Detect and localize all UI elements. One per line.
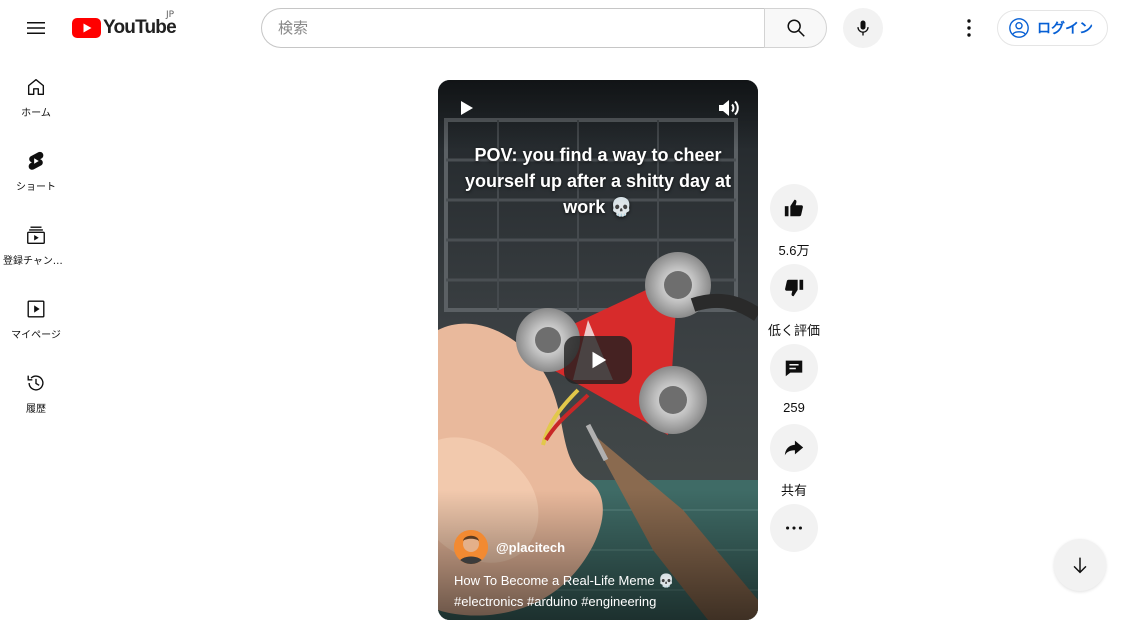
account-circle-icon — [1009, 18, 1029, 38]
country-code: JP — [166, 10, 175, 20]
dislike-button[interactable] — [770, 264, 818, 312]
arrow-down-icon — [1073, 557, 1087, 574]
youtube-logo[interactable]: YouTube JP — [72, 10, 177, 40]
shorts-actions: 5.6万 低く評価 259 共有 — [766, 184, 822, 560]
like-button[interactable] — [770, 184, 818, 232]
hamburger-menu-icon — [27, 22, 45, 34]
masthead: YouTube JP ログイン — [0, 0, 1124, 56]
guide-label: ショート — [16, 182, 56, 193]
guide-menu-button[interactable] — [16, 8, 56, 48]
volume-icon[interactable] — [716, 96, 742, 120]
guide-item-subscriptions[interactable]: 登録チャンネル — [0, 204, 72, 278]
shorts-icon — [28, 151, 44, 170]
login-button[interactable]: ログイン — [997, 10, 1108, 46]
dislike-action: 低く評価 — [766, 264, 822, 338]
video-hashtags[interactable]: #electronics #arduino #engineering — [454, 594, 656, 609]
guide-item-home[interactable]: ホーム — [0, 56, 72, 130]
library-icon — [27, 300, 45, 318]
voice-search-button[interactable] — [843, 8, 883, 48]
share-button[interactable] — [770, 424, 818, 472]
logo-wordmark: YouTube — [103, 17, 177, 38]
subscriptions-icon — [27, 226, 45, 244]
settings-more-button[interactable] — [949, 8, 989, 48]
more-horizontal-icon — [786, 526, 802, 530]
share-label: 共有 — [780, 483, 807, 498]
search-icon — [786, 19, 805, 37]
guide-label: 履歴 — [26, 404, 46, 415]
more-action — [766, 504, 822, 552]
guide-item-shorts[interactable]: ショート — [0, 130, 72, 204]
video-caption-overlay: POV: you find a way to cheer yourself up… — [464, 145, 732, 217]
comment-action: 259 — [766, 344, 822, 416]
avatar-face-icon — [454, 530, 488, 564]
share-action: 共有 — [766, 424, 822, 498]
thumbs-down-icon — [785, 279, 804, 297]
search-box — [261, 8, 827, 48]
dislike-label: 低く評価 — [767, 323, 820, 338]
microphone-icon — [857, 20, 869, 36]
video-title[interactable]: How To Become a Real-Life Meme 💀 — [454, 573, 674, 589]
search-button[interactable] — [764, 8, 827, 48]
guide-label: 登録チャンネル — [3, 256, 69, 267]
like-action: 5.6万 — [766, 184, 822, 258]
channel-avatar[interactable] — [454, 530, 488, 564]
channel-name[interactable]: @placitech — [496, 540, 565, 555]
home-icon — [27, 78, 45, 96]
shorts-player[interactable]: POV: you find a way to cheer yourself up… — [438, 80, 758, 620]
search-input[interactable] — [261, 8, 764, 48]
more-vertical-icon — [967, 19, 971, 37]
like-count: 5.6万 — [778, 243, 810, 258]
center-play-button[interactable] — [564, 336, 632, 384]
guide-item-library[interactable]: マイページ — [0, 278, 72, 352]
channel-info[interactable]: @placitech — [454, 530, 565, 564]
guide-label: ホーム — [21, 108, 51, 119]
comments-button[interactable] — [770, 344, 818, 392]
youtube-play-logo-icon — [72, 18, 101, 38]
thumbs-up-icon — [784, 199, 803, 217]
share-icon — [784, 440, 804, 456]
comment-count: 259 — [783, 400, 805, 415]
guide-label: マイページ — [11, 330, 61, 341]
guide-item-history[interactable]: 履歴 — [0, 352, 72, 426]
play-icon — [592, 351, 607, 369]
login-label: ログイン — [1037, 21, 1093, 37]
mini-guide: ホーム ショート 登録チャンネル マイページ 履歴 — [0, 56, 72, 426]
play-pause-icon[interactable] — [454, 96, 478, 120]
next-short-button[interactable] — [1054, 539, 1106, 591]
top-gradient — [438, 80, 758, 150]
comment-icon — [785, 360, 803, 377]
history-icon — [27, 375, 44, 391]
more-actions-button[interactable] — [770, 504, 818, 552]
